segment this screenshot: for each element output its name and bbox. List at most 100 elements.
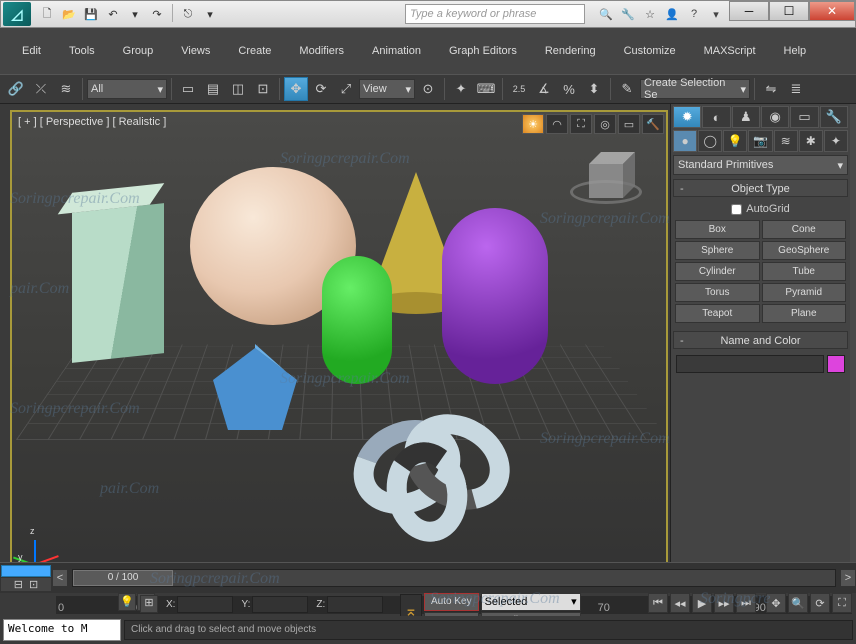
percent-snap-icon[interactable]: %: [557, 77, 581, 101]
app-icon[interactable]: ◿: [3, 2, 31, 26]
torus-button[interactable]: Torus: [675, 283, 760, 302]
undo-icon[interactable]: ↶: [103, 4, 123, 24]
help-icon[interactable]: ?: [685, 5, 703, 23]
time-slider[interactable]: 0 / 100: [72, 569, 836, 587]
save-file-icon[interactable]: 💾: [81, 4, 101, 24]
helpers-subtab[interactable]: ≋: [774, 130, 798, 152]
named-selection-set[interactable]: Create Selection Se▾: [640, 79, 750, 99]
menu-tools[interactable]: Tools: [55, 42, 109, 60]
menu-group[interactable]: Group: [109, 42, 168, 60]
search-input[interactable]: Type a keyword or phrase: [405, 4, 585, 24]
viewport[interactable]: [ + ] [ Perspective ] [ Realistic ] ☀ ◠ …: [10, 110, 668, 588]
menu-modifiers[interactable]: Modifiers: [285, 42, 358, 60]
select-object-icon[interactable]: ▭: [176, 77, 200, 101]
binoculars-icon[interactable]: 🔍: [597, 5, 615, 23]
dropdown3-icon[interactable]: ▾: [707, 5, 725, 23]
link-tool-icon[interactable]: 🔗: [4, 77, 28, 101]
rotate-tool-icon[interactable]: ⟳: [309, 77, 333, 101]
named-sel-edit-icon[interactable]: ✎: [615, 77, 639, 101]
create-tab[interactable]: ✹: [673, 106, 701, 128]
lock-selection-icon[interactable]: 💡: [118, 593, 136, 611]
pivot-icon[interactable]: ⊙: [416, 77, 440, 101]
goto-end-icon[interactable]: ⏭: [736, 593, 756, 613]
menu-create[interactable]: Create: [224, 42, 285, 60]
capsule-green-object[interactable]: [322, 256, 392, 384]
manipulate-icon[interactable]: ✦: [449, 77, 473, 101]
menu-graph-editors[interactable]: Graph Editors: [435, 42, 531, 60]
play-icon[interactable]: ▶: [692, 593, 712, 613]
nav-pan-icon[interactable]: ✥: [766, 593, 786, 613]
name-color-rollout[interactable]: Name and Color: [673, 331, 848, 349]
box-button[interactable]: Box: [675, 220, 760, 239]
maximize-button[interactable]: ☐: [769, 1, 809, 21]
tube-button[interactable]: Tube: [762, 262, 847, 281]
display-tab[interactable]: ▭: [790, 106, 818, 128]
select-region-icon[interactable]: ◫: [226, 77, 250, 101]
sphere-button[interactable]: Sphere: [675, 241, 760, 260]
systems-subtab[interactable]: ✦: [824, 130, 848, 152]
move-tool-icon[interactable]: ✥: [284, 77, 308, 101]
torus-knot-object[interactable]: [342, 392, 532, 552]
bind-tool-icon[interactable]: ≋: [54, 77, 78, 101]
modify-tab[interactable]: ◐: [702, 106, 730, 128]
spacewarps-subtab[interactable]: ✱: [799, 130, 823, 152]
cylinder-button[interactable]: Cylinder: [675, 262, 760, 281]
dropdown2-icon[interactable]: ▾: [200, 4, 220, 24]
key-filter-selected[interactable]: Selected▾: [481, 593, 581, 611]
dropdown-icon[interactable]: ▾: [125, 4, 145, 24]
cameras-subtab[interactable]: 📷: [748, 130, 772, 152]
trackview-mini-button[interactable]: [1, 565, 51, 577]
x-coord-input[interactable]: [177, 596, 233, 613]
nav-maximize-icon[interactable]: ⛶: [832, 593, 852, 613]
new-file-icon[interactable]: 🗋: [37, 4, 57, 24]
timeslider-next[interactable]: >: [840, 569, 856, 587]
object-color-swatch[interactable]: [827, 355, 845, 373]
nav-orbit-icon[interactable]: ⟳: [810, 593, 830, 613]
next-frame-icon[interactable]: ▸▸: [714, 593, 734, 613]
menu-animation[interactable]: Animation: [358, 42, 435, 60]
goto-start-icon[interactable]: ⏮: [648, 593, 668, 613]
open-file-icon[interactable]: 📂: [59, 4, 79, 24]
object-name-input[interactable]: [676, 355, 824, 373]
timeslider-prev[interactable]: <: [52, 569, 68, 587]
box-object[interactable]: [72, 203, 164, 363]
star-icon[interactable]: ☆: [641, 5, 659, 23]
keyboard-shortcut-icon[interactable]: ⌨: [474, 77, 498, 101]
y-coord-input[interactable]: [252, 596, 308, 613]
menu-rendering[interactable]: Rendering: [531, 42, 610, 60]
shapes-subtab[interactable]: ◯: [698, 130, 722, 152]
teapot-button[interactable]: Teapot: [675, 304, 760, 323]
z-coord-input[interactable]: [327, 596, 383, 613]
menu-help[interactable]: Help: [770, 42, 830, 60]
minimize-button[interactable]: ─: [729, 1, 769, 21]
redo-icon[interactable]: ↷: [147, 4, 167, 24]
trackview-toggle[interactable]: ⊟⊡: [1, 578, 51, 591]
lights-subtab[interactable]: 💡: [723, 130, 747, 152]
capsule-purple-object[interactable]: [442, 208, 548, 384]
pentagon-object[interactable]: [200, 340, 310, 440]
pyramid-button[interactable]: Pyramid: [762, 283, 847, 302]
selection-filter[interactable]: All▾: [87, 79, 167, 99]
snap-toggle-icon[interactable]: 2.5: [507, 77, 531, 101]
auto-key-button[interactable]: Auto Key: [424, 593, 479, 611]
spinner-snap-icon[interactable]: ⬍: [582, 77, 606, 101]
unlink-tool-icon[interactable]: ⤫: [29, 77, 53, 101]
geometry-subtab[interactable]: ●: [673, 130, 697, 152]
angle-snap-icon[interactable]: ∡: [532, 77, 556, 101]
object-category-dropdown[interactable]: Standard Primitives▾: [673, 155, 848, 175]
motion-tab[interactable]: ◉: [761, 106, 789, 128]
autogrid-checkbox[interactable]: AutoGrid: [673, 200, 848, 218]
nav-zoom-icon[interactable]: 🔍: [788, 593, 808, 613]
utilities-tab[interactable]: 🔧: [820, 106, 848, 128]
menu-views[interactable]: Views: [167, 42, 224, 60]
ref-coord-system[interactable]: View▾: [359, 79, 415, 99]
select-name-icon[interactable]: ▤: [201, 77, 225, 101]
menu-edit[interactable]: Edit: [8, 42, 55, 60]
prev-frame-icon[interactable]: ◂◂: [670, 593, 690, 613]
object-type-rollout[interactable]: Object Type: [673, 179, 848, 197]
link-icon[interactable]: ⎋: [178, 4, 198, 24]
maxscript-listener[interactable]: Welcome to M: [3, 619, 121, 641]
scale-tool-icon[interactable]: ⤢: [334, 77, 358, 101]
menu-maxscript[interactable]: MAXScript: [690, 42, 770, 60]
window-crossing-icon[interactable]: ⊡: [251, 77, 275, 101]
